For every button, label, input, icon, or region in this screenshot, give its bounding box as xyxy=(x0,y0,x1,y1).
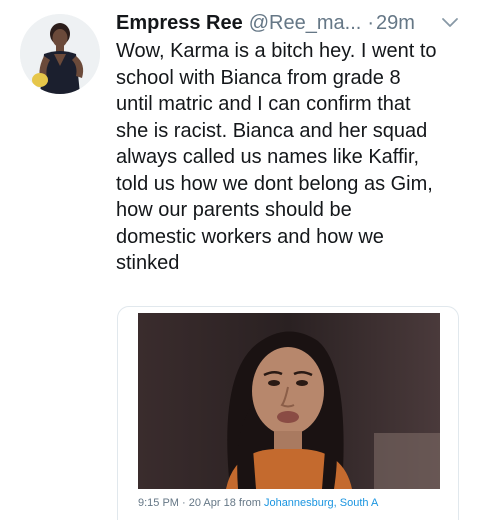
portrait-photo xyxy=(138,313,440,489)
separator-dot: · xyxy=(367,12,374,34)
display-name[interactable]: Empress Ree xyxy=(116,12,243,35)
media-image[interactable] xyxy=(138,313,440,489)
tweet-time[interactable]: 29m xyxy=(376,12,415,35)
tweet[interactable]: Empress Ree @Ree_ma... · 29m Wow, Karma … xyxy=(0,0,479,520)
media-location-link[interactable]: Johannesburg, South A xyxy=(264,497,378,509)
chevron-down-icon[interactable] xyxy=(441,16,459,30)
avatar-image xyxy=(20,14,100,94)
quoted-media-card[interactable]: 9:15 PM · 20 Apr 18 from Johannesburg, S… xyxy=(117,306,459,520)
media-timestamp: 9:15 PM · 20 Apr 18 from xyxy=(138,497,261,509)
tweet-header: Empress Ree @Ree_ma... · 29m xyxy=(116,12,466,38)
media-meta: 9:15 PM · 20 Apr 18 from Johannesburg, S… xyxy=(138,497,458,509)
user-handle[interactable]: @Ree_ma... xyxy=(249,12,362,35)
avatar[interactable] xyxy=(20,14,100,94)
tweet-text: Wow, Karma is a bitch hey. I went to sch… xyxy=(116,40,437,274)
